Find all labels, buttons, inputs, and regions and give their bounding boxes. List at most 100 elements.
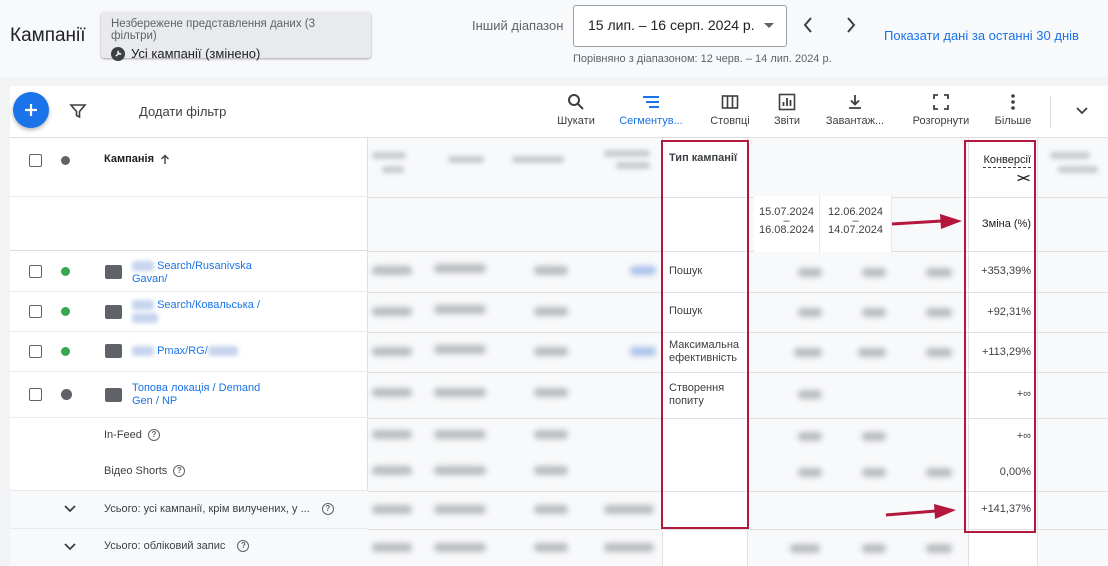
table-row[interactable]: Search/Rusanivska Gavan/ — [10, 251, 368, 292]
expand-button[interactable]: Розгорнути — [907, 93, 975, 127]
campaign-link[interactable]: Search/Ковальська / — [132, 299, 282, 325]
sub-row: Відео Shorts? — [10, 454, 368, 491]
date-range-picker[interactable]: 15 лип. – 16 серп. 2024 р. — [573, 5, 787, 47]
blurred-value — [372, 505, 412, 514]
status-enabled-dot — [61, 307, 70, 316]
compare-range-text: Порівняно з діапазоном: 12 черв. – 14 ли… — [573, 53, 832, 65]
blurred-value — [604, 543, 654, 552]
table-row[interactable]: Pmax/RG/ — [10, 332, 368, 372]
redacted-text — [132, 261, 154, 272]
highlight-box-campaign-type — [661, 140, 749, 529]
row-checkbox[interactable] — [29, 345, 42, 358]
search-campaign-icon — [105, 305, 122, 319]
help-icon[interactable]: ? — [173, 465, 186, 477]
status-enabled-dot — [61, 347, 70, 356]
blurred-value — [798, 268, 822, 277]
blurred-value — [372, 388, 412, 397]
chevron-down-icon[interactable] — [63, 542, 77, 552]
blurred-value — [926, 308, 952, 317]
blurred-value — [534, 388, 568, 397]
dropdown-caret-icon — [764, 23, 774, 28]
plus-icon — [25, 104, 37, 116]
blurred-value — [862, 268, 886, 277]
pmax-campaign-icon — [105, 344, 122, 358]
blurred-value — [434, 466, 486, 475]
chevron-down-icon[interactable] — [1075, 106, 1089, 116]
blurred-value — [630, 347, 656, 356]
help-icon[interactable]: ? — [237, 540, 250, 552]
chevron-down-icon[interactable] — [63, 504, 77, 514]
blurred-value — [534, 266, 568, 275]
blurred-header — [1050, 152, 1090, 159]
view-selector[interactable]: Незбережене представлення даних (3 фільт… — [101, 12, 371, 61]
page-header: Кампанії Незбережене представлення даних… — [0, 0, 1108, 78]
blurred-value — [534, 307, 568, 316]
redacted-text — [207, 346, 238, 357]
blurred-header — [382, 166, 404, 173]
status-enabled-dot — [61, 267, 70, 276]
blurred-value — [372, 430, 412, 439]
date-range-value: 15 лип. – 16 серп. 2024 р. — [588, 17, 755, 33]
total-row: Усього: обліковий запис? — [10, 529, 368, 566]
campaign-link[interactable]: Search/Rusanivska Gavan/ — [132, 260, 282, 286]
date-range-header-previous: 12.06.2024 – 14.07.2024 — [820, 196, 892, 252]
view-label: Усі кампанії (змінено) — [131, 46, 261, 61]
reports-button[interactable]: Звіти — [767, 93, 807, 127]
blurred-value — [534, 543, 568, 552]
blurred-value — [862, 308, 886, 317]
blurred-header — [616, 162, 650, 169]
search-button[interactable]: Шукати — [545, 93, 607, 127]
status-paused-icon — [61, 389, 72, 400]
total-row: Усього: усі кампанії, крім вилучених, у … — [10, 491, 368, 529]
table-row[interactable]: Search/Ковальська / — [10, 292, 368, 332]
view-subtitle: Незбережене представлення даних (3 фільт… — [111, 18, 316, 42]
add-button[interactable] — [13, 92, 49, 128]
reports-icon — [778, 93, 796, 111]
segment-icon — [643, 96, 659, 108]
chevron-left-icon[interactable] — [800, 14, 816, 36]
row-checkbox[interactable] — [29, 305, 42, 318]
select-all-checkbox[interactable] — [29, 154, 42, 167]
row-checkbox[interactable] — [29, 388, 42, 401]
columns-button[interactable]: Стовпці — [700, 93, 760, 127]
chevron-right-icon[interactable] — [843, 14, 859, 36]
campaign-column-header[interactable]: Кампанія — [104, 153, 170, 165]
blurred-value — [372, 347, 412, 356]
blurred-value — [926, 348, 952, 357]
blurred-header — [604, 150, 650, 157]
blurred-value — [798, 468, 822, 477]
blurred-value — [794, 348, 822, 357]
campaign-link[interactable]: Pmax/RG/ — [132, 345, 282, 358]
help-icon[interactable]: ? — [147, 429, 160, 441]
download-button[interactable]: Завантаж... — [818, 93, 892, 127]
highlight-box-conversions — [964, 140, 1036, 533]
blurred-value — [434, 430, 486, 439]
more-button[interactable]: Більше — [988, 93, 1038, 127]
blurred-value — [434, 505, 486, 514]
table-row[interactable]: Топова локація / Demand Gen / NP — [10, 372, 368, 418]
blurred-value — [434, 388, 486, 397]
blurred-value — [926, 468, 952, 477]
filter-icon[interactable] — [69, 102, 87, 120]
blurred-value — [534, 505, 568, 514]
blurred-value — [790, 544, 820, 553]
blurred-value — [798, 390, 822, 399]
last-30-days-link[interactable]: Показати дані за останні 30 днів — [884, 28, 1079, 43]
expand-icon — [933, 94, 949, 110]
redacted-text — [132, 313, 158, 324]
blurred-value — [858, 348, 886, 357]
campaign-link[interactable]: Топова локація / Demand Gen / NP — [132, 382, 272, 408]
blurred-value — [434, 543, 486, 552]
blurred-value — [372, 307, 412, 316]
campaigns-table: Кампанія Search/Rusanivska Gavan/ Search… — [10, 138, 1108, 566]
campaign-column-group: Кампанія Search/Rusanivska Gavan/ Search… — [10, 138, 368, 566]
row-checkbox[interactable] — [29, 265, 42, 278]
add-filter-button[interactable]: Додати фільтр — [139, 104, 226, 119]
redacted-text — [132, 346, 154, 357]
row-divider — [663, 529, 749, 530]
segment-button[interactable]: Сегментув... — [614, 93, 688, 127]
annotation-arrow-icon — [885, 504, 956, 519]
range-type-label: Інший діапазон — [472, 18, 564, 33]
header-spacer-row — [10, 197, 368, 251]
help-icon[interactable]: ? — [321, 503, 334, 515]
